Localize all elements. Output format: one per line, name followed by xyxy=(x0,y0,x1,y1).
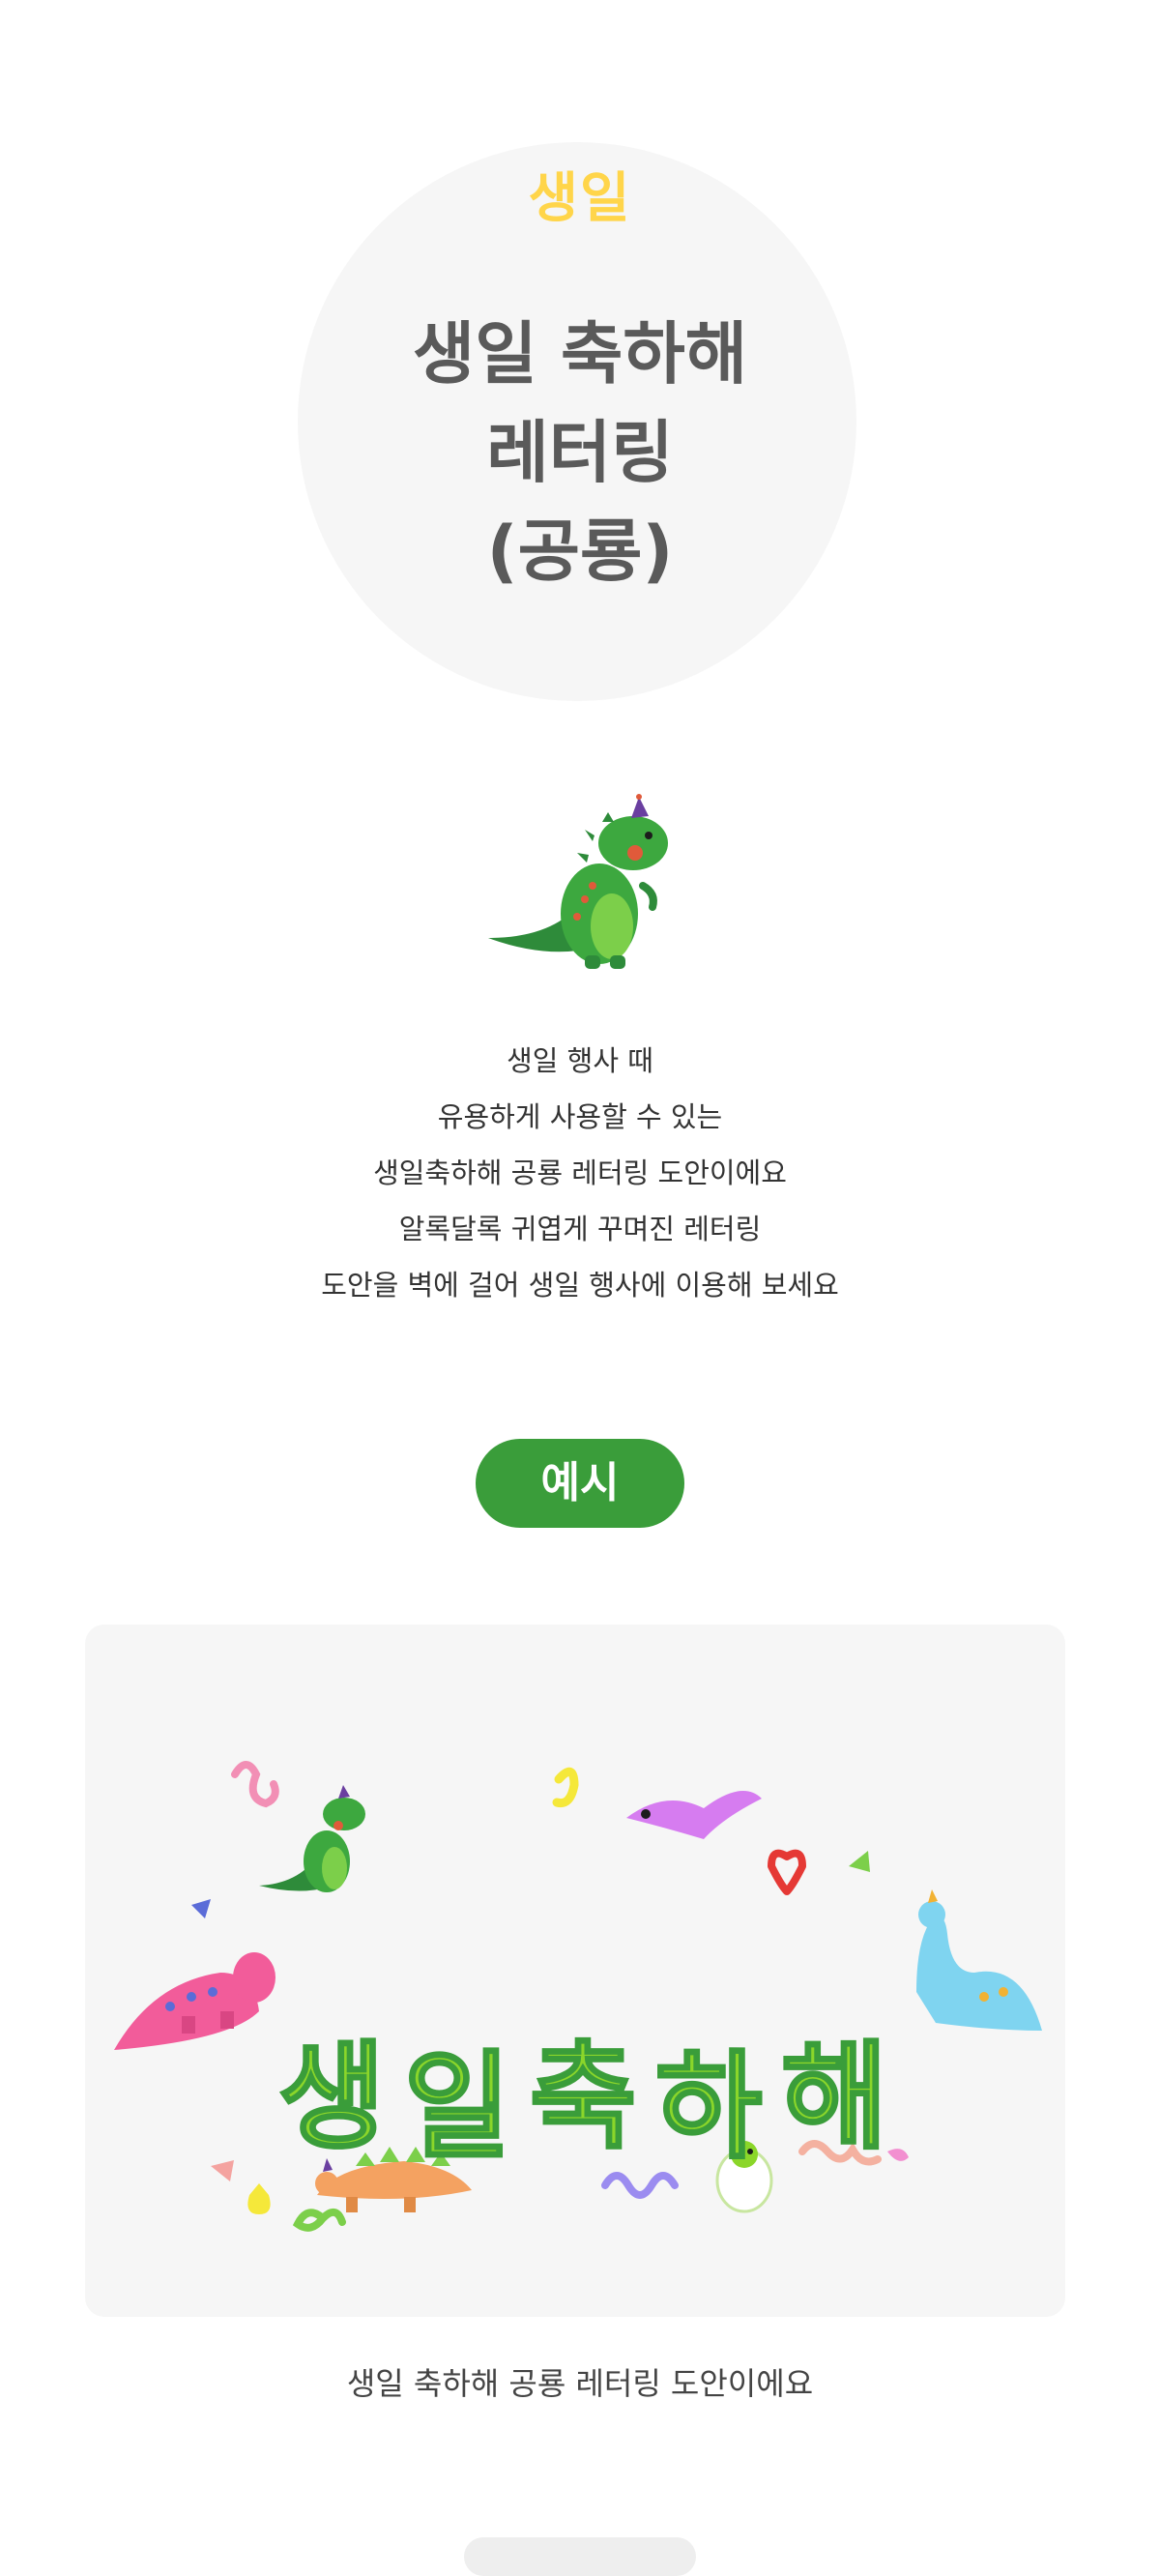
lettering-char-3: 축 xyxy=(530,2031,636,2165)
category-label: 생일 xyxy=(528,167,632,230)
example-badge: 예시 xyxy=(476,1439,684,1528)
pink-triceratops-icon xyxy=(114,1952,276,2050)
purple-pterodactyl-icon xyxy=(626,1791,762,1839)
green-dinosaur-icon xyxy=(488,794,668,969)
blue-brachiosaurus-icon xyxy=(916,1889,1042,2031)
description-line-3: 생일축하해 공룡 레터링 도안이에요 xyxy=(373,1156,787,1189)
title-line-3: (공룡) xyxy=(486,512,674,591)
description-line-4: 알록달록 귀엽게 꾸며진 레터링 xyxy=(398,1213,762,1245)
bottom-button-partial[interactable] xyxy=(464,2537,696,2576)
description: 생일 행사 때 유용하게 사용할 수 있는 생일축하해 공룡 레터링 도안이에요… xyxy=(0,1033,1160,1313)
example-preview-card: 생 일 축 하 해 xyxy=(85,1625,1065,2317)
description-line-5: 도안을 벽에 걸어 생일 행사에 이용해 보세요 xyxy=(321,1269,839,1302)
lettering-char-2: 일 xyxy=(404,2040,510,2175)
lettering-char-4: 하 xyxy=(655,2040,762,2175)
birthday-lettering: 생 일 축 하 해 xyxy=(277,2030,889,2177)
title-line-2: 레터링 xyxy=(486,413,674,492)
example-caption: 생일 축하해 공룡 레터링 도안이에요 xyxy=(346,2365,814,2402)
lettering-illustration: 생 일 축 하 해 xyxy=(114,1761,1042,2232)
title-line-1: 생일 축하해 xyxy=(412,314,748,394)
lettering-char-5: 해 xyxy=(781,2031,887,2165)
lettering-char-1: 생 xyxy=(278,2031,385,2165)
description-line-2: 유용하게 사용할 수 있는 xyxy=(437,1100,723,1133)
description-line-1: 생일 행사 때 xyxy=(507,1044,653,1077)
page-title: 생일 축하해 레터링 (공룡) xyxy=(0,305,1160,600)
